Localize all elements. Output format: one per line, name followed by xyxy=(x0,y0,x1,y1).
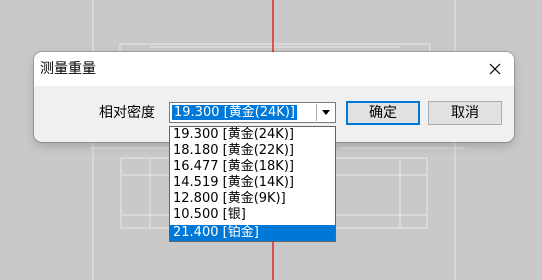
dialog-titlebar[interactable]: 测量重量 xyxy=(34,52,514,86)
dropdown-item[interactable]: 19.300 [黄金(24K)] xyxy=(170,127,335,143)
dialog-title: 测量重量 xyxy=(40,61,96,77)
chevron-down-icon xyxy=(321,110,330,115)
dropdown-item[interactable]: 12.800 [黄金(9K)] xyxy=(170,191,335,207)
close-button[interactable] xyxy=(480,56,510,82)
dropdown-item[interactable]: 14.519 [黄金(14K)] xyxy=(170,175,335,191)
cancel-button[interactable]: 取消 xyxy=(428,101,502,125)
density-dropdown-list: 19.300 [黄金(24K)] 18.180 [黄金(22K)] 16.477… xyxy=(169,126,336,242)
close-icon xyxy=(489,63,501,75)
dropdown-item[interactable]: 16.477 [黄金(18K)] xyxy=(170,159,335,175)
dropdown-item[interactable]: 10.500 [银] xyxy=(170,207,335,223)
dropdown-item[interactable]: 18.180 [黄金(22K)] xyxy=(170,143,335,159)
combobox-dropdown-button[interactable] xyxy=(316,104,334,121)
dropdown-item-highlighted[interactable]: 21.400 [铂金] xyxy=(170,225,335,241)
density-label: 相对密度 xyxy=(99,105,155,121)
ok-button[interactable]: 确定 xyxy=(346,101,420,125)
density-combobox-value: 19.300 [黄金(24K)] xyxy=(172,105,297,120)
density-combobox[interactable]: 19.300 [黄金(24K)] xyxy=(169,102,336,123)
